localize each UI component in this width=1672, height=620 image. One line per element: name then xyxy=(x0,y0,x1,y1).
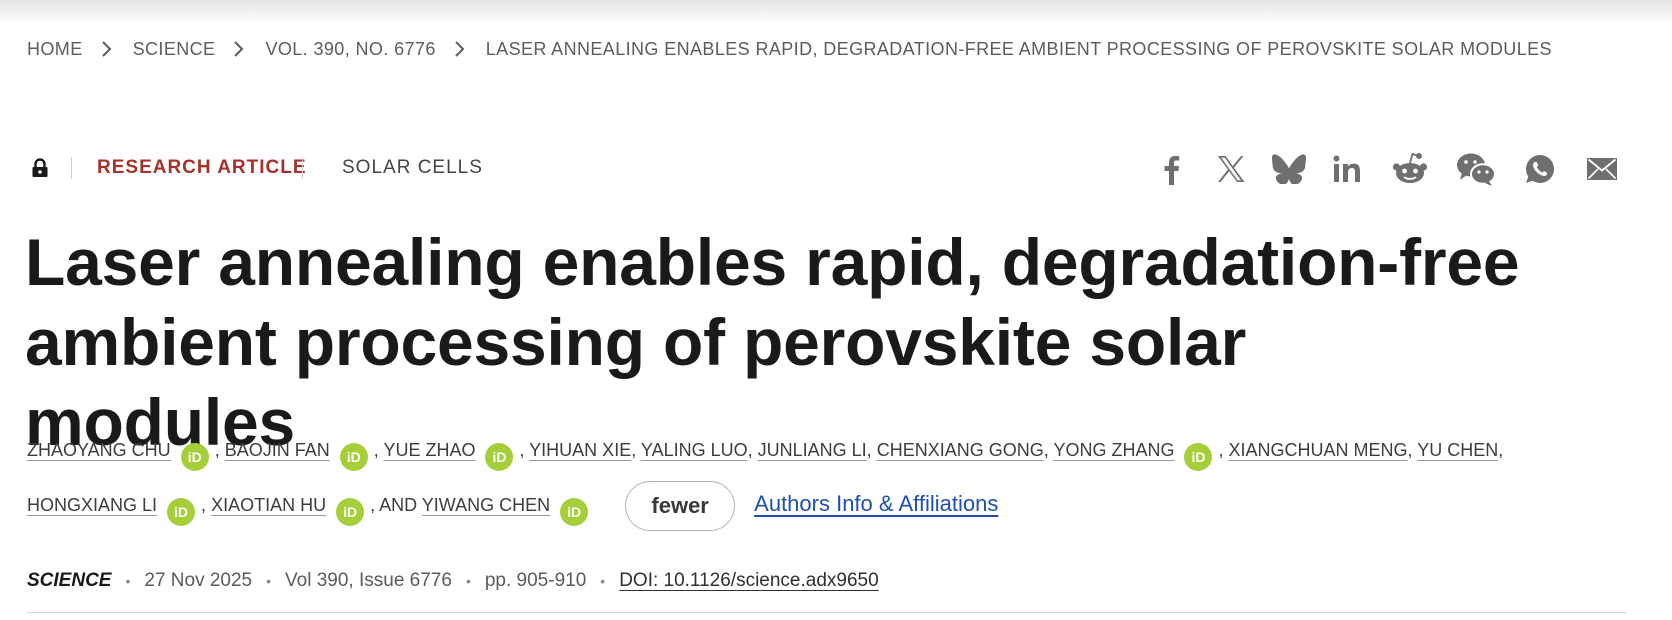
author-link[interactable]: BAOJIN FAN xyxy=(225,440,330,460)
citation-line: SCIENCE • 27 Nov 2025 • Vol 390, Issue 6… xyxy=(27,570,879,592)
journal-name: SCIENCE xyxy=(27,570,112,591)
title-line-1: Laser annealing enables rapid, degradati… xyxy=(25,225,1520,299)
author-link[interactable]: CHENXIANG GONG xyxy=(877,440,1044,460)
top-shadow xyxy=(0,0,1672,24)
lock-icon xyxy=(31,158,49,183)
divider xyxy=(71,157,72,179)
orcid-icon[interactable]: iD xyxy=(180,443,209,471)
breadcrumb: HOME SCIENCE VOL. 390, NO. 6776 LASER AN… xyxy=(27,36,1552,62)
bluesky-icon[interactable] xyxy=(1270,150,1308,188)
separator-dot: • xyxy=(465,573,471,589)
comma: , xyxy=(747,440,753,460)
separator-dot: • xyxy=(125,573,131,589)
separator-dot: • xyxy=(266,573,272,589)
whatsapp-icon[interactable] xyxy=(1522,150,1558,188)
publication-date: 27 Nov 2025 xyxy=(144,570,253,591)
comma: , xyxy=(1043,440,1049,460)
comma: , xyxy=(866,440,872,460)
comma: , xyxy=(1498,440,1504,460)
author-link[interactable]: YONG ZHANG xyxy=(1053,440,1174,460)
orcid-icon[interactable]: iD xyxy=(485,443,514,471)
orcid-icon[interactable]: iD xyxy=(339,443,368,471)
reddit-icon[interactable] xyxy=(1390,150,1430,188)
author-link[interactable]: JUNLIANG LI xyxy=(758,440,867,460)
comma: , xyxy=(373,440,379,460)
article-type-badge[interactable]: RESEARCH ARTICLE xyxy=(97,157,307,179)
linkedin-icon[interactable] xyxy=(1330,150,1364,188)
separator-dot: • xyxy=(600,573,606,589)
divider xyxy=(27,612,1627,613)
doi-link[interactable]: DOI: 10.1126/science.adx9650 xyxy=(619,570,879,592)
email-icon[interactable] xyxy=(1584,150,1620,188)
breadcrumb-current: LASER ANNEALING ENABLES RAPID, DEGRADATI… xyxy=(485,38,1552,59)
orcid-icon[interactable]: iD xyxy=(336,498,365,526)
orcid-icon[interactable]: iD xyxy=(1184,443,1213,471)
author-link[interactable]: YIHUAN XIE xyxy=(529,440,631,460)
author-link[interactable]: YUE ZHAO xyxy=(383,440,475,460)
and-separator: , AND xyxy=(370,495,418,515)
author-link[interactable]: HONGXIANG LI xyxy=(27,495,157,515)
comma: , xyxy=(519,440,525,460)
author-link[interactable]: XIAOTIAN HU xyxy=(211,495,326,515)
facebook-icon[interactable] xyxy=(1154,150,1188,188)
article-topic-badge[interactable]: SOLAR CELLS xyxy=(342,157,483,179)
divider xyxy=(302,157,303,179)
author-link[interactable]: ZHAOYANG CHU xyxy=(27,440,171,460)
author-link[interactable]: XIANGCHUAN MENG xyxy=(1228,440,1407,460)
page-range: pp. 905-910 xyxy=(484,570,587,591)
author-link[interactable]: YIWANG CHEN xyxy=(422,495,550,515)
author-list: ZHAOYANG CHU iD, BAOJIN FAN iD, YUE ZHAO iD… xyxy=(27,423,1547,532)
chevron-right-icon xyxy=(436,39,486,59)
volume-issue: Vol 390, Issue 6776 xyxy=(285,570,452,591)
comma: , xyxy=(1407,440,1413,460)
breadcrumb-volume[interactable]: VOL. 390, NO. 6776 xyxy=(265,39,435,60)
comma: , xyxy=(1218,440,1224,460)
orcid-icon[interactable]: iD xyxy=(167,498,196,526)
fewer-authors-button[interactable]: fewer xyxy=(625,481,736,532)
authors-affiliations-link[interactable]: Authors Info & Affiliations xyxy=(754,491,998,516)
comma: , xyxy=(214,440,220,460)
author-link[interactable]: YU CHEN xyxy=(1417,440,1498,460)
x-icon[interactable] xyxy=(1214,150,1248,188)
orcid-icon[interactable]: iD xyxy=(560,498,589,526)
wechat-icon[interactable] xyxy=(1455,150,1497,188)
author-link[interactable]: YALING LUO xyxy=(641,440,748,460)
comma: , xyxy=(201,495,207,515)
chevron-right-icon xyxy=(215,39,265,59)
breadcrumb-home[interactable]: HOME xyxy=(27,39,83,60)
comma: , xyxy=(631,440,637,460)
breadcrumb-science[interactable]: SCIENCE xyxy=(133,39,216,60)
chevron-right-icon xyxy=(83,39,133,59)
